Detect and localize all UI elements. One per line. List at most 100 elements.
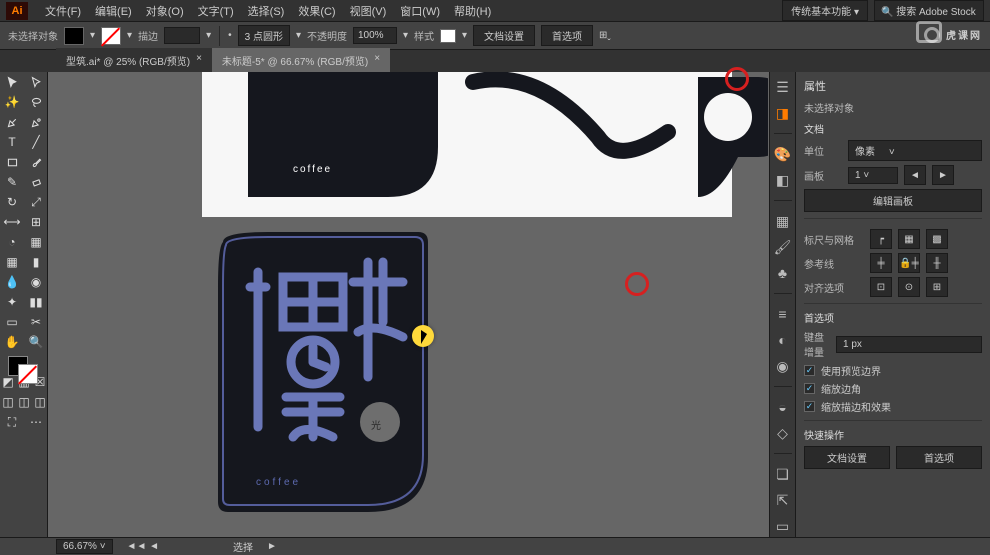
- transparency-panel-icon[interactable]: ◉: [774, 357, 792, 375]
- scale-tool[interactable]: ⤢: [24, 192, 48, 212]
- canvas[interactable]: coffee: [48, 72, 769, 537]
- document-tab[interactable]: 未标题-5* @ 66.67% (RGB/预览)×: [212, 48, 390, 72]
- stroke-swatch[interactable]: [101, 27, 121, 45]
- curvature-tool[interactable]: [24, 112, 48, 132]
- key-increment-input[interactable]: [836, 336, 982, 353]
- libraries-panel-icon[interactable]: ◨: [774, 104, 792, 122]
- doc-setup-button[interactable]: 文档设置: [473, 25, 535, 46]
- draw-normal[interactable]: ◫: [0, 392, 16, 412]
- next-artboard-button[interactable]: ►: [932, 165, 954, 185]
- pen-tool[interactable]: [0, 112, 24, 132]
- zoom-tool[interactable]: 🔍: [24, 332, 48, 352]
- quick-prefs-button[interactable]: 首选项: [896, 446, 982, 469]
- fill-stroke-indicator[interactable]: [0, 352, 48, 390]
- brush-select[interactable]: 3 点圆形: [238, 25, 290, 46]
- color-panel-icon[interactable]: 🎨: [774, 145, 792, 163]
- perspective-grid-tool[interactable]: ▦: [24, 232, 48, 252]
- smart-guides-toggle[interactable]: ╫: [926, 253, 948, 273]
- scale-strokes-checkbox[interactable]: ✓: [804, 401, 815, 412]
- type-tool[interactable]: T: [0, 132, 24, 152]
- fill-swatch[interactable]: [64, 27, 84, 45]
- prefs-button[interactable]: 首选项: [541, 25, 593, 46]
- artboards-panel-icon[interactable]: ▭: [774, 517, 792, 535]
- magic-wand-tool[interactable]: ✨: [0, 92, 24, 112]
- menu-item[interactable]: 编辑(E): [88, 3, 139, 19]
- stroke-weight-input[interactable]: [164, 27, 200, 44]
- style-swatch[interactable]: [440, 29, 456, 43]
- gradient-tool[interactable]: ▮: [24, 252, 48, 272]
- graphic-styles-panel-icon[interactable]: ◇: [774, 424, 792, 442]
- blend-tool[interactable]: ◉: [24, 272, 48, 292]
- menu-item[interactable]: 文字(T): [191, 3, 241, 19]
- transparency-grid-toggle[interactable]: ▩: [926, 229, 948, 249]
- hand-tool[interactable]: ✋: [0, 332, 24, 352]
- rectangle-tool[interactable]: [0, 152, 24, 172]
- snap-grid-toggle[interactable]: ⊞: [926, 277, 948, 297]
- shaper-tool[interactable]: ✎: [0, 172, 24, 192]
- menu-item[interactable]: 视图(V): [343, 3, 394, 19]
- symbols-panel-icon[interactable]: ♣: [774, 264, 792, 282]
- slice-tool[interactable]: ✂: [24, 312, 48, 332]
- line-tool[interactable]: ╱: [24, 132, 48, 152]
- quick-doc-setup-button[interactable]: 文档设置: [804, 446, 890, 469]
- free-transform-tool[interactable]: ⊞: [24, 212, 48, 232]
- lasso-tool[interactable]: [24, 92, 48, 112]
- guides-label: 参考线: [804, 256, 864, 271]
- close-icon[interactable]: ×: [374, 53, 380, 68]
- prev-artboard-button[interactable]: ◄: [904, 165, 926, 185]
- selection-tool[interactable]: [0, 72, 24, 92]
- brushes-panel-icon[interactable]: 🖌: [774, 238, 792, 256]
- draw-behind[interactable]: ◫: [16, 392, 32, 412]
- logo-top-right: [458, 72, 768, 217]
- search-input[interactable]: 🔍 搜索 Adobe Stock: [874, 0, 984, 21]
- close-icon[interactable]: ×: [196, 53, 202, 68]
- direct-selection-tool[interactable]: [24, 72, 48, 92]
- artboard-tool[interactable]: ▭: [0, 312, 24, 332]
- artboard-select[interactable]: 1 ˅: [848, 167, 898, 184]
- layers-panel-icon[interactable]: ❏: [774, 465, 792, 483]
- grid-toggle[interactable]: ▦: [898, 229, 920, 249]
- screen-mode[interactable]: ⛶: [0, 412, 24, 432]
- edit-toolbar[interactable]: ⋯: [24, 412, 48, 432]
- preview-bounds-checkbox[interactable]: ✓: [804, 365, 815, 376]
- align-icon[interactable]: ⊞ˬ: [599, 30, 611, 41]
- workspace-switcher[interactable]: 传统基本功能 ▾: [782, 0, 868, 21]
- selection-status-label: 未选择对象: [804, 100, 982, 115]
- stroke-panel-icon[interactable]: ≡: [774, 305, 792, 323]
- eyedropper-tool[interactable]: 💧: [0, 272, 24, 292]
- guides-lock-toggle[interactable]: 🔒╪: [898, 253, 920, 273]
- menu-item[interactable]: 窗口(W): [393, 3, 447, 19]
- snap-pixel-toggle[interactable]: ⊡: [870, 277, 892, 297]
- menu-item[interactable]: 文件(F): [38, 3, 88, 19]
- mesh-tool[interactable]: ▦: [0, 252, 24, 272]
- swatches-panel-icon[interactable]: ▦: [774, 212, 792, 230]
- asset-export-panel-icon[interactable]: ⇱: [774, 491, 792, 509]
- menu-item[interactable]: 帮助(H): [447, 3, 498, 19]
- appearance-panel-icon[interactable]: ◒: [774, 398, 792, 416]
- status-nav-next[interactable]: ►: [267, 541, 277, 552]
- scale-corners-checkbox[interactable]: ✓: [804, 383, 815, 394]
- artboard-nav-prev[interactable]: ◄◄ ◄: [127, 541, 159, 552]
- eraser-tool[interactable]: [24, 172, 48, 192]
- unit-select[interactable]: 像素 ˅: [848, 140, 982, 161]
- document-tab[interactable]: 型筑.ai* @ 25% (RGB/预览)×: [56, 48, 212, 72]
- column-graph-tool[interactable]: ▮▮: [24, 292, 48, 312]
- zoom-select[interactable]: 66.67% ˅: [56, 539, 113, 554]
- menu-item[interactable]: 对象(O): [139, 3, 191, 19]
- edit-artboard-button[interactable]: 编辑画板: [804, 189, 982, 212]
- rotate-tool[interactable]: ↻: [0, 192, 24, 212]
- gradient-panel-icon[interactable]: ◐: [774, 331, 792, 349]
- guides-show-toggle[interactable]: ╪: [870, 253, 892, 273]
- draw-inside[interactable]: ◫: [32, 392, 48, 412]
- menu-item[interactable]: 效果(C): [291, 3, 342, 19]
- menu-item[interactable]: 选择(S): [241, 3, 292, 19]
- color-guide-panel-icon[interactable]: ◧: [774, 171, 792, 189]
- ruler-toggle[interactable]: ┍: [870, 229, 892, 249]
- properties-panel-icon[interactable]: ☰: [774, 78, 792, 96]
- opacity-input[interactable]: [353, 27, 397, 44]
- paintbrush-tool[interactable]: [24, 152, 48, 172]
- shape-builder-tool[interactable]: ◔: [0, 232, 24, 252]
- symbol-sprayer-tool[interactable]: ✦: [0, 292, 24, 312]
- width-tool[interactable]: ⟷: [0, 212, 24, 232]
- snap-point-toggle[interactable]: ⊙: [898, 277, 920, 297]
